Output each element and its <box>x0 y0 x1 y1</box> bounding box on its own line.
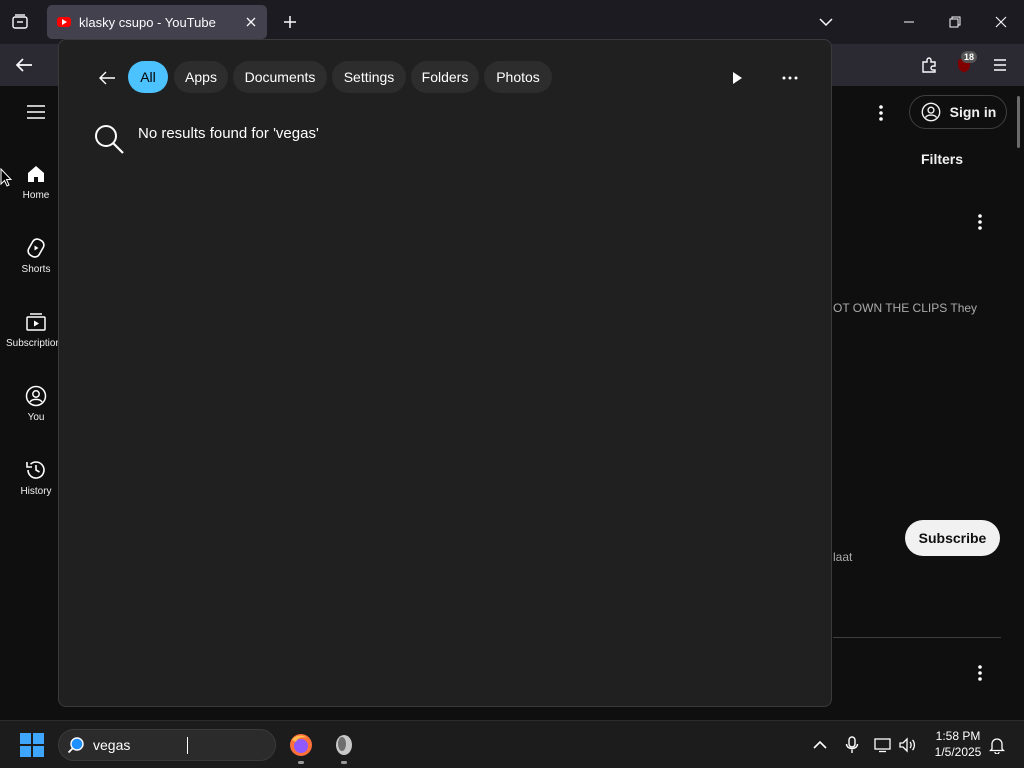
clock-date: 1/5/2025 <box>934 745 982 759</box>
extensions-puzzle-icon[interactable] <box>917 53 941 77</box>
show-hidden-icons-chevron-up-icon[interactable] <box>808 733 832 757</box>
microphone-icon[interactable] <box>840 733 864 757</box>
text-caret <box>187 737 188 754</box>
extension-badge-count: 18 <box>961 51 978 63</box>
tab-list-icon[interactable] <box>8 10 32 34</box>
account-circle-icon <box>920 101 942 123</box>
results-divider <box>833 637 1001 638</box>
minimize-icon[interactable] <box>895 8 923 36</box>
running-indicator <box>298 761 304 764</box>
mouse-pointer-icon <box>0 168 12 188</box>
app-menu-hamburger-icon[interactable] <box>988 53 1012 77</box>
chip-documents[interactable]: Documents <box>233 61 327 93</box>
subscribe-button[interactable]: Subscribe <box>905 520 1000 556</box>
youtube-settings-more-vert-icon[interactable] <box>869 101 893 125</box>
more-options-horizontal-icon[interactable] <box>778 66 802 90</box>
play-icon[interactable] <box>725 66 749 90</box>
running-indicator <box>341 761 347 764</box>
youtube-guide-menu-icon[interactable] <box>24 100 48 124</box>
tab-title: klasky csupo - YouTube <box>79 14 216 30</box>
sign-in-label: Sign in <box>949 104 997 120</box>
subscriptions-icon <box>24 310 48 334</box>
taskbar-search-box[interactable] <box>58 729 276 761</box>
no-results-search-icon <box>93 123 125 155</box>
windows-taskbar: 1:58 PM 1/5/2025 <box>0 720 1024 768</box>
shorts-icon <box>24 236 48 260</box>
home-icon <box>24 162 48 186</box>
filters-button[interactable]: Filters <box>921 151 963 167</box>
result-description-snippet: OT OWN THE CLIPS They <box>833 301 978 315</box>
chip-settings[interactable]: Settings <box>332 61 406 93</box>
new-tab-plus-icon[interactable] <box>278 10 302 34</box>
sign-in-button[interactable]: Sign in <box>909 95 1007 129</box>
taskbar-search-input[interactable] <box>93 735 263 755</box>
notifications-bell-icon[interactable] <box>985 733 1009 757</box>
window-close-icon[interactable] <box>987 8 1015 36</box>
browser-back-arrow-icon[interactable] <box>12 53 36 77</box>
chip-photos[interactable]: Photos <box>484 61 552 93</box>
network-icon[interactable] <box>871 733 895 757</box>
chip-apps[interactable]: Apps <box>174 61 228 93</box>
chip-folders[interactable]: Folders <box>411 61 479 93</box>
windows-start-icon[interactable] <box>20 733 44 757</box>
volume-speaker-icon[interactable] <box>895 733 919 757</box>
result-more-vert-icon[interactable] <box>968 210 992 234</box>
history-icon <box>24 458 48 482</box>
taskbar-search-icon <box>67 736 85 754</box>
taskbar-firefox-icon[interactable] <box>285 729 317 764</box>
browser-tab-bar: klasky csupo - YouTube <box>0 0 1024 44</box>
taskbar-app-icon[interactable] <box>328 729 360 764</box>
account-icon <box>24 384 48 408</box>
chip-all[interactable]: All <box>128 61 168 93</box>
no-results-message: No results found for 'vegas' <box>138 125 319 142</box>
result-more-vert-icon[interactable] <box>968 661 992 685</box>
taskbar-clock[interactable]: 1:58 PM 1/5/2025 <box>924 728 992 760</box>
tab-close-icon[interactable] <box>239 10 263 34</box>
browser-tab-youtube[interactable]: klasky csupo - YouTube <box>47 5 267 39</box>
clock-time: 1:58 PM <box>935 729 981 743</box>
list-all-tabs-chevron-down-icon[interactable] <box>814 10 838 34</box>
page-scrollbar[interactable] <box>1017 96 1020 148</box>
restore-icon[interactable] <box>941 8 969 36</box>
search-back-arrow-icon[interactable] <box>95 66 119 90</box>
channel-description-snippet: laat <box>833 550 853 564</box>
youtube-favicon-icon <box>57 17 71 27</box>
windows-search-panel: All Apps Documents Settings Folders Phot… <box>58 39 832 707</box>
